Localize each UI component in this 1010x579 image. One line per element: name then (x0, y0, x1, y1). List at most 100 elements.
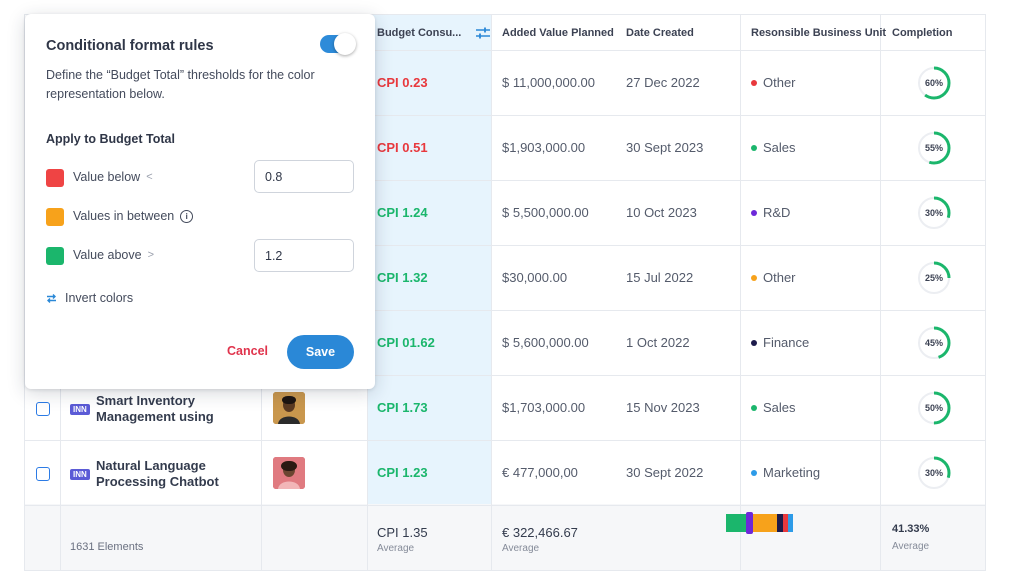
color-swatch-above[interactable] (46, 247, 64, 265)
date-created: 10 Oct 2023 (626, 205, 697, 220)
col-divider (491, 15, 492, 570)
cpi-value: CPI 1.24 (377, 205, 428, 220)
elements-count: 1631 Elements (70, 541, 144, 553)
business-unit: Other (751, 270, 796, 285)
unit-dot (751, 79, 757, 86)
header-completion[interactable]: Completion (892, 27, 953, 39)
completion-label: 60% (924, 78, 943, 88)
color-swatch-between[interactable] (46, 208, 64, 226)
project-name[interactable]: Natural Language Processing Chatbot (96, 458, 246, 490)
header-business-unit[interactable]: Resonsible Business Unit (751, 27, 886, 39)
distribution-segment (753, 514, 777, 532)
col-divider (880, 15, 881, 570)
business-unit: R&D (751, 205, 790, 220)
added-average-label: Average (502, 543, 540, 554)
unit-label: Sales (763, 400, 796, 415)
business-unit-distribution-bar (726, 512, 793, 534)
save-button[interactable]: Save (287, 335, 354, 369)
info-icon[interactable]: i (180, 209, 194, 223)
rules-toggle[interactable] (320, 33, 356, 55)
business-unit: Finance (751, 335, 809, 350)
popover-description: Define the “Budget Total” thresholds for… (46, 68, 315, 101)
color-swatch-below[interactable] (46, 169, 64, 187)
business-unit: Sales (751, 400, 796, 415)
cancel-button[interactable]: Cancel (227, 344, 268, 358)
conditional-format-popover: Conditional format rules Define the “Bud… (25, 14, 375, 389)
value-above-input[interactable] (254, 239, 354, 272)
row-checkbox[interactable] (36, 402, 50, 416)
rule-label: Values in between (73, 209, 175, 223)
completion-average-label: Average (892, 541, 930, 552)
added-value: $ 5,500,000.00 (502, 205, 589, 220)
completion-ring: 55% (917, 131, 951, 165)
popover-subtitle: Apply to Budget Total (46, 132, 175, 146)
added-value: $1,703,000.00 (502, 400, 586, 415)
business-unit: Other (751, 75, 796, 90)
greater-than-symbol: > (147, 249, 155, 261)
row-checkbox[interactable] (36, 467, 50, 481)
cpi-value: CPI 01.62 (377, 335, 435, 350)
less-than-symbol: < (146, 171, 153, 183)
cpi-value: CPI 1.23 (377, 465, 428, 480)
date-created: 30 Sept 2023 (626, 140, 704, 155)
distribution-segment (726, 514, 746, 532)
distribution-segment (746, 512, 753, 534)
value-below-input[interactable] (254, 160, 354, 193)
business-unit: Marketing (751, 465, 820, 480)
invert-colors-button[interactable]: Invert colors (46, 291, 133, 305)
rule-value-below: Value below < (73, 170, 153, 184)
cpi-value: CPI 0.51 (377, 140, 428, 155)
unit-dot (751, 404, 757, 411)
project-tag: INN (70, 469, 90, 480)
added-value: $1,903,000.00 (502, 140, 586, 155)
completion-ring: 25% (917, 261, 951, 295)
completion-label: 45% (924, 338, 943, 348)
toggle-knob (334, 33, 356, 55)
cpi-value: CPI 1.32 (377, 270, 428, 285)
avatar (273, 392, 305, 424)
distribution-segment (788, 514, 793, 532)
unit-dot (751, 209, 757, 216)
completion-label: 25% (924, 273, 943, 283)
header-budget-consumption[interactable]: Budget Consu... (377, 27, 491, 39)
unit-dot (751, 469, 757, 476)
completion-ring: 50% (917, 391, 951, 425)
rule-value-above: Value above > (73, 248, 154, 262)
cpi-value: CPI 0.23 (377, 75, 428, 90)
rule-label: Value below (73, 170, 141, 184)
completion-ring: 45% (917, 326, 951, 360)
unit-label: Sales (763, 140, 796, 155)
date-created: 30 Sept 2022 (626, 465, 704, 480)
date-created: 15 Jul 2022 (626, 270, 694, 285)
avatar (273, 457, 305, 489)
completion-ring: 60% (917, 66, 951, 100)
unit-label: Other (763, 270, 796, 285)
header-added-value[interactable]: Added Value Planned (502, 27, 614, 39)
completion-ring: 30% (917, 456, 951, 490)
unit-dot (751, 339, 757, 346)
header-date-created[interactable]: Date Created (626, 27, 694, 39)
cpi-average-value: CPI 1.35 (377, 525, 428, 540)
project-tag: INN (70, 404, 90, 415)
project-name[interactable]: Smart Inventory Management using (96, 393, 246, 425)
completion-label: 55% (924, 143, 943, 153)
completion-label: 30% (924, 208, 943, 218)
unit-label: Other (763, 75, 796, 90)
date-created: 15 Nov 2023 (626, 400, 700, 415)
added-value: $30,000.00 (502, 270, 568, 285)
added-average-value: € 322,466.67 (502, 525, 578, 540)
completion-average-value: 41.33% (892, 523, 930, 535)
invert-colors-label: Invert colors (65, 291, 134, 305)
rule-label: Value above (73, 248, 142, 262)
col-divider (740, 15, 741, 570)
date-created: 27 Dec 2022 (626, 75, 700, 90)
header-budget-label: Budget Consu... (377, 27, 462, 39)
unit-label: Finance (763, 335, 810, 350)
swap-icon (47, 293, 56, 303)
added-value: $ 5,600,000.00 (502, 335, 589, 350)
added-value: $ 11,000,000.00 (502, 75, 596, 90)
rule-values-between: Values in between i (73, 209, 194, 223)
cpi-average-label: Average (377, 543, 415, 554)
filter-settings-icon[interactable] (475, 27, 491, 39)
unit-label: R&D (763, 205, 791, 220)
